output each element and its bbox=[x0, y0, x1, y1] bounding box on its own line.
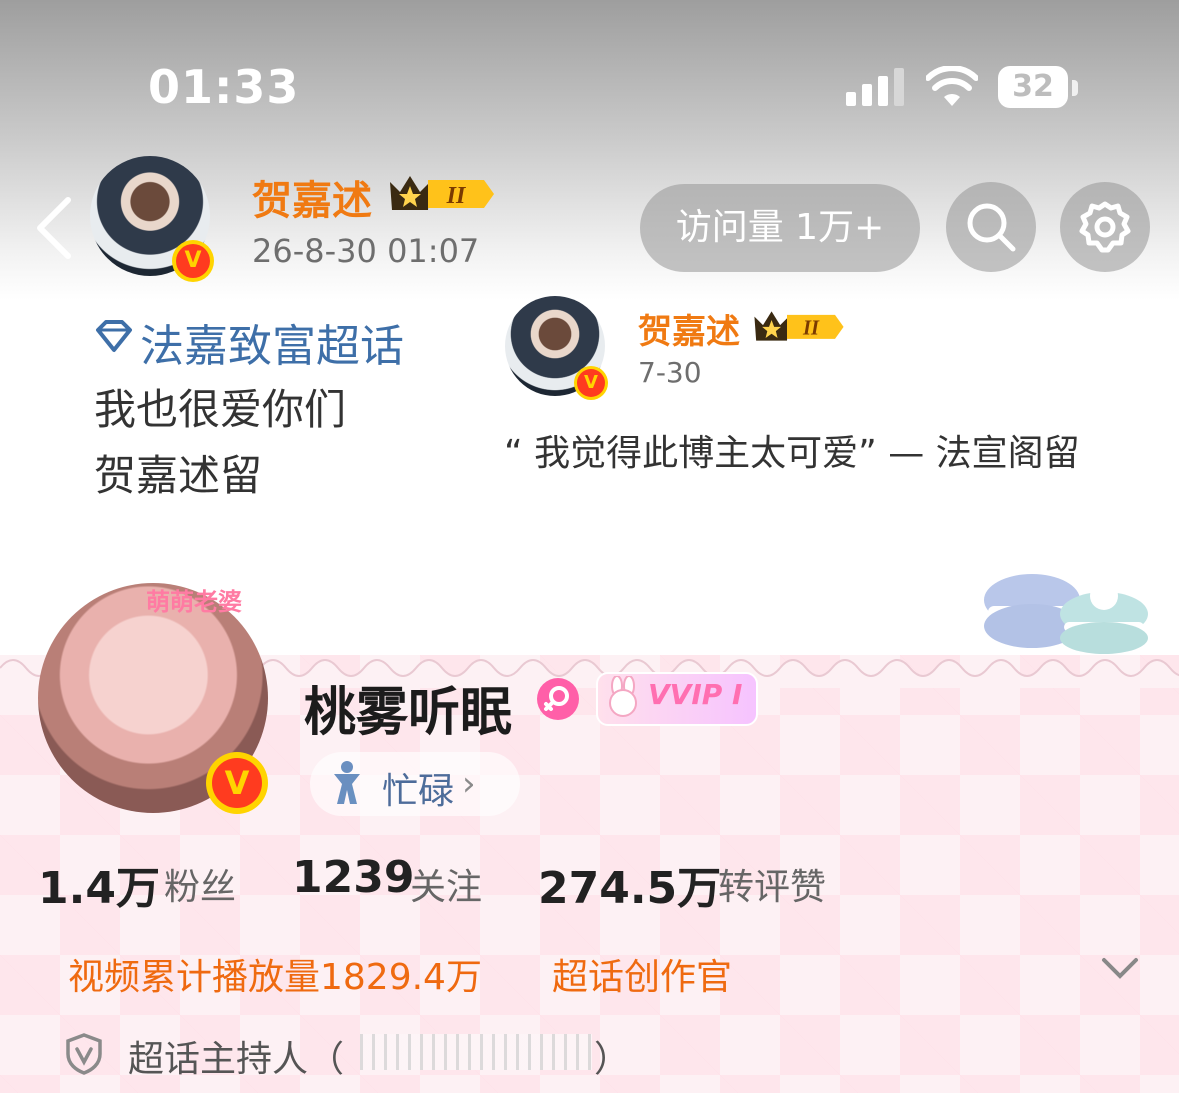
following-label[interactable]: 关注 bbox=[410, 858, 482, 910]
shield-v-icon bbox=[66, 1033, 102, 1075]
bunny-icon bbox=[609, 676, 637, 717]
host-label-close: ） bbox=[594, 1039, 631, 1080]
comment-date: 7-30 bbox=[638, 356, 702, 389]
profile-verified-icon: V bbox=[206, 752, 268, 814]
female-gender-icon bbox=[537, 678, 579, 720]
engagement-label[interactable]: 转评赞 bbox=[718, 858, 826, 910]
comment-crown-icon: II bbox=[754, 311, 844, 341]
fans-label[interactable]: 粉丝 bbox=[164, 858, 236, 910]
avatar-tag: 萌萌老婆 bbox=[146, 588, 242, 616]
chevron-down-icon[interactable] bbox=[1100, 956, 1140, 982]
battery-tip bbox=[1072, 80, 1078, 96]
comment-quote: “ 我觉得此博主太可爱” — 法宣阁留 bbox=[504, 433, 1080, 474]
fans-count[interactable]: 1.4万 bbox=[38, 852, 160, 916]
macaron-decoration bbox=[984, 574, 1148, 654]
comment-user-name[interactable]: 贺嘉述 bbox=[638, 304, 740, 353]
chevron-right-icon: › bbox=[462, 764, 476, 804]
level-badge: II bbox=[446, 183, 467, 209]
gear-icon bbox=[1079, 201, 1131, 253]
header-user-name[interactable]: 贺嘉述 bbox=[252, 168, 372, 226]
battery-icon: 32 bbox=[998, 66, 1068, 108]
settings-button[interactable] bbox=[1060, 182, 1150, 272]
comment-level-badge: II bbox=[802, 318, 820, 340]
video-plays-link[interactable]: 视频累计播放量1829.4万 bbox=[68, 948, 482, 1000]
status-time: 01:33 bbox=[148, 60, 300, 114]
vvip-badge[interactable]: VVIP I bbox=[596, 672, 758, 726]
back-arrow-icon[interactable] bbox=[34, 196, 74, 260]
comment-verified-icon: V bbox=[574, 366, 608, 400]
level-crown-icon: II bbox=[390, 176, 494, 210]
search-icon bbox=[967, 203, 1016, 252]
wifi-icon bbox=[926, 66, 978, 106]
header-post-time: 26-8-30 01:07 bbox=[252, 232, 480, 270]
host-label[interactable]: 超话主持人（ bbox=[128, 1030, 344, 1082]
topic-link[interactable]: 法嘉致富超话 bbox=[140, 310, 404, 374]
visits-button[interactable]: 访问量 1万+ bbox=[640, 184, 920, 272]
redacted-text bbox=[360, 1034, 592, 1070]
verified-icon: V bbox=[172, 240, 214, 282]
topic-diamond-icon bbox=[96, 320, 132, 352]
vvip-label: VVIP I bbox=[648, 678, 743, 711]
status-label[interactable]: 忙碌 bbox=[382, 762, 454, 814]
search-button[interactable] bbox=[946, 182, 1036, 272]
engagement-count[interactable]: 274.5万 bbox=[538, 852, 721, 916]
intro-line-2: 贺嘉述留 bbox=[94, 451, 263, 500]
battery-level: 32 bbox=[1012, 69, 1054, 104]
profile-username: 桃雾听眠 bbox=[304, 683, 513, 743]
following-count[interactable]: 1239 bbox=[292, 852, 414, 903]
creator-title-link[interactable]: 超话创作官 bbox=[552, 948, 732, 1000]
intro-line-1: 我也很爱你们 bbox=[94, 385, 347, 434]
cellular-signal-icon bbox=[846, 68, 904, 106]
busy-status-icon bbox=[334, 761, 360, 804]
